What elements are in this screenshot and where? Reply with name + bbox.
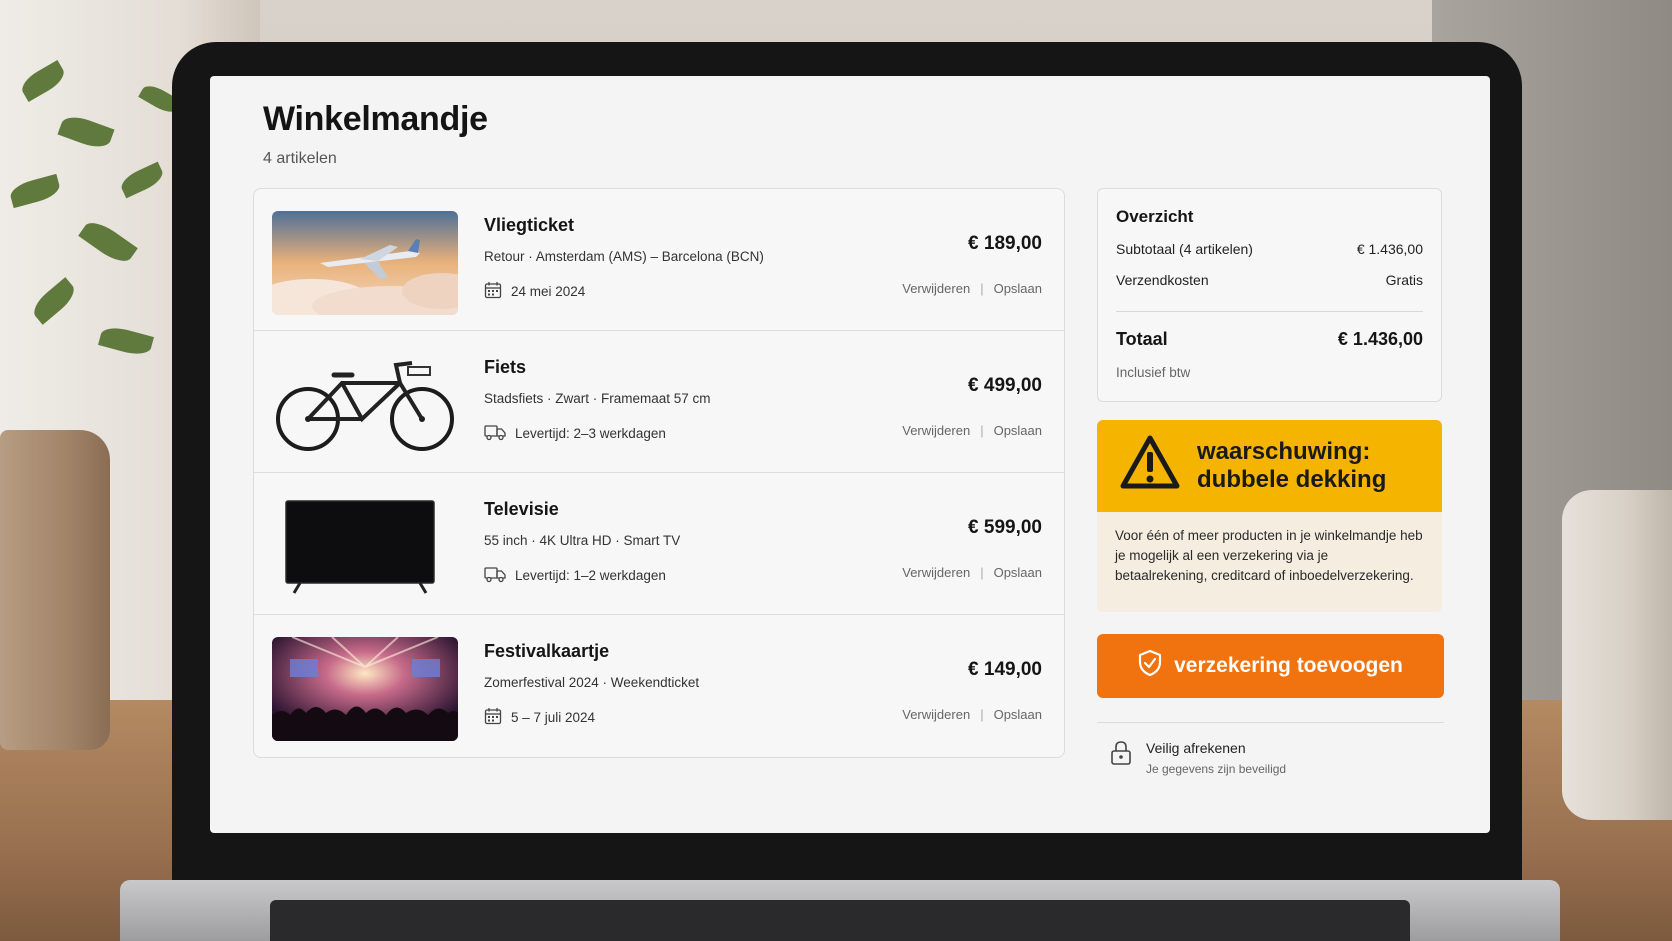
item-name: Festivalkaartje: [484, 641, 610, 661]
add-insurance-label: verzekering toevoogen: [1174, 654, 1403, 677]
item-actions: Verwijderen | Opslaan: [902, 281, 1042, 296]
shipping-value: Gratis: [1385, 272, 1423, 288]
shipping-row: Verzendkosten Gratis: [1116, 272, 1423, 288]
secure-divider: [1097, 722, 1444, 723]
secure-checkout: Veilig afrekenen Je gegevens zijn beveil…: [1110, 740, 1286, 776]
shipping-label: Verzendkosten: [1116, 272, 1209, 288]
item-price: € 149,00: [968, 659, 1042, 680]
save-button[interactable]: Opslaan: [994, 565, 1042, 580]
cart-item-televisie: Televisie 55 inch · 4K Ultra HD · Smart …: [254, 473, 1064, 615]
television-image: [272, 495, 458, 599]
truck-icon: [484, 423, 506, 444]
remove-button[interactable]: Verwijderen: [902, 707, 970, 722]
summary-divider: [1116, 311, 1423, 312]
cart-item-festivalkaartje: Festivalkaartje Zomerfestival 2024 · Wee…: [254, 615, 1064, 757]
item-price: € 599,00: [968, 517, 1042, 538]
cart-item-fiets: Fiets Stadsfiets · Zwart · Framemaat 57 …: [254, 331, 1064, 473]
airplane-image: [272, 211, 458, 315]
subtotal-label: Subtotaal (4 artikelen): [1116, 241, 1253, 257]
item-meta-text: Levertijd: 1–2 werkdagen: [515, 568, 666, 583]
item-price: € 189,00: [968, 233, 1042, 254]
calendar-icon: [484, 707, 502, 728]
summary-title: Overzicht: [1116, 207, 1194, 226]
festival-image: [272, 637, 458, 741]
item-description: Stadsfiets · Zwart · Framemaat 57 cm: [484, 391, 711, 406]
item-meta-text: Levertijd: 2–3 werkdagen: [515, 426, 666, 441]
total-value: € 1.436,00: [1337, 329, 1423, 349]
total-label: Totaal: [1116, 329, 1168, 349]
cart-item-vliegticket: Vliegticket Retour · Amsterdam (AMS) – B…: [254, 189, 1064, 331]
calendar-icon: [484, 281, 502, 302]
action-separator: |: [980, 707, 984, 722]
item-description: Retour · Amsterdam (AMS) – Barcelona (BC…: [484, 249, 764, 264]
laptop-screen: Winkelmandje 4 artikelen Vliegticket Ret…: [210, 76, 1490, 833]
secure-title: Veilig afrekenen: [1146, 740, 1246, 756]
item-actions: Verwijderen | Opslaan: [902, 423, 1042, 438]
subtotal-value: € 1.436,00: [1356, 241, 1423, 257]
action-separator: |: [980, 281, 984, 296]
warning-banner: waarschuwing: dubbele dekking: [1097, 420, 1442, 512]
item-description: 55 inch · 4K Ultra HD · Smart TV: [484, 533, 681, 548]
laptop-keyboard: [270, 900, 1410, 941]
save-button[interactable]: Opslaan: [994, 423, 1042, 438]
save-button[interactable]: Opslaan: [994, 281, 1042, 296]
bicycle-image: [272, 353, 458, 457]
item-description: Zomerfestival 2024 · Weekendticket: [484, 675, 700, 690]
item-meta: 24 mei 2024: [484, 281, 585, 302]
coffee-cup: [1562, 490, 1672, 820]
item-actions: Verwijderen | Opslaan: [902, 707, 1042, 722]
warning-triangle-icon: [1119, 434, 1181, 492]
warning-message: Voor één of meer producten in je winkelm…: [1097, 512, 1442, 612]
lock-icon: [1110, 740, 1132, 771]
cart-list: Vliegticket Retour · Amsterdam (AMS) – B…: [253, 188, 1065, 758]
item-meta: Levertijd: 2–3 werkdagen: [484, 423, 666, 444]
truck-icon: [484, 565, 506, 586]
page-title: Winkelmandje: [263, 100, 488, 138]
save-button[interactable]: Opslaan: [994, 707, 1042, 722]
item-price: € 499,00: [968, 375, 1042, 396]
action-separator: |: [980, 423, 984, 438]
add-insurance-button[interactable]: verzekering toevoogen: [1097, 634, 1444, 698]
item-actions: Verwijderen | Opslaan: [902, 565, 1042, 580]
item-count: 4 artikelen: [263, 150, 337, 167]
warning-title: waarschuwing: dubbele dekking: [1197, 438, 1387, 493]
plant-pot: [0, 430, 110, 750]
item-meta-text: 5 – 7 juli 2024: [511, 710, 596, 725]
remove-button[interactable]: Verwijderen: [902, 281, 970, 296]
item-name: Vliegticket: [484, 215, 575, 235]
item-name: Fiets: [484, 357, 527, 377]
item-meta: 5 – 7 juli 2024: [484, 707, 595, 728]
remove-button[interactable]: Verwijderen: [902, 565, 970, 580]
action-separator: |: [980, 565, 984, 580]
total-row: Totaal € 1.436,00: [1116, 329, 1423, 350]
subtotal-row: Subtotaal (4 artikelen) € 1.436,00: [1116, 241, 1423, 257]
secure-subtitle: Je gegevens zijn beveiligd: [1146, 762, 1287, 776]
order-summary: Overzicht Subtotaal (4 artikelen) € 1.43…: [1097, 188, 1442, 402]
item-meta-text: 24 mei 2024: [511, 284, 586, 299]
item-meta: Levertijd: 1–2 werkdagen: [484, 565, 666, 586]
shield-check-icon: [1138, 649, 1162, 683]
remove-button[interactable]: Verwijderen: [902, 423, 970, 438]
vat-note: Inclusief btw: [1116, 365, 1191, 380]
item-name: Televisie: [484, 499, 559, 519]
